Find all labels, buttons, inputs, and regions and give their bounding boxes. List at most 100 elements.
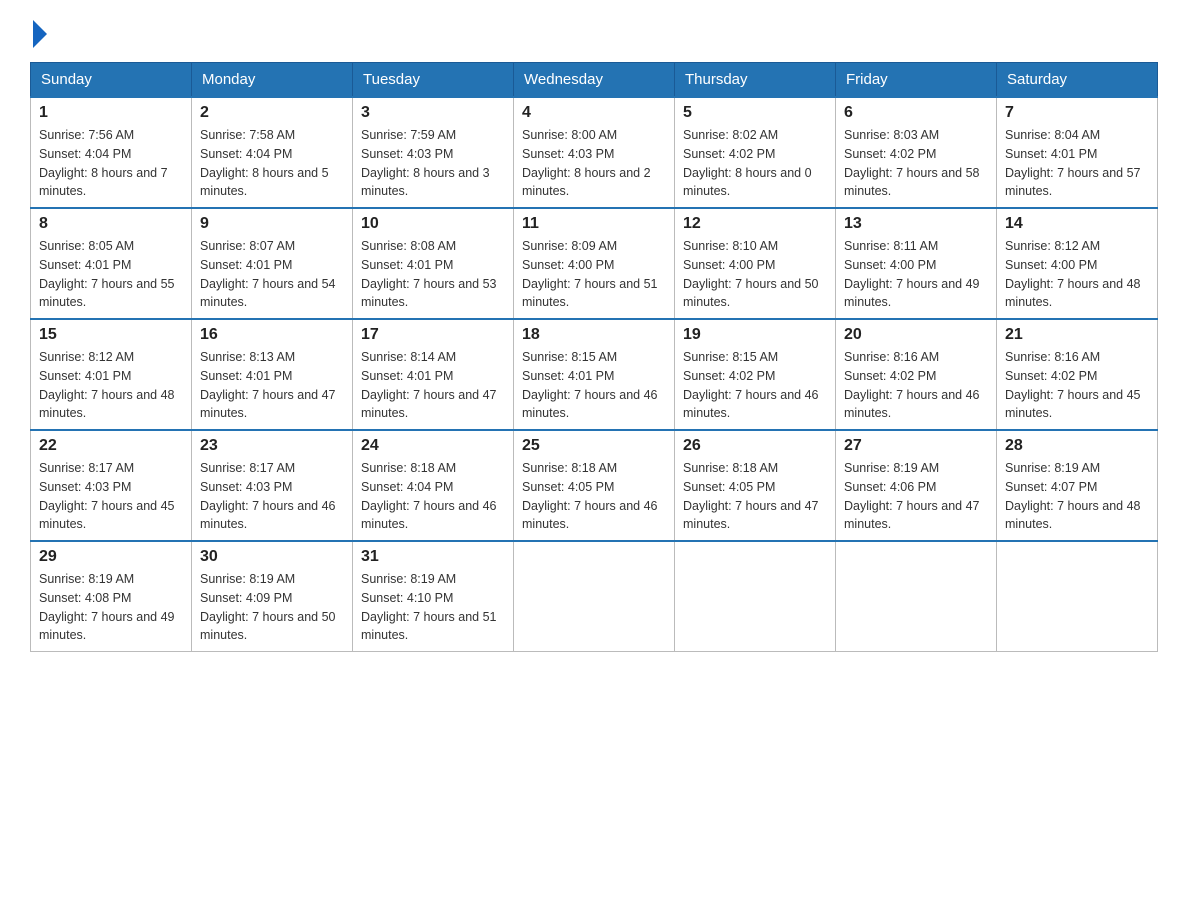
day-info: Sunrise: 8:11 AMSunset: 4:00 PMDaylight:…: [844, 237, 988, 312]
day-info: Sunrise: 8:15 AMSunset: 4:02 PMDaylight:…: [683, 348, 827, 423]
week-row-3: 15 Sunrise: 8:12 AMSunset: 4:01 PMDaylig…: [31, 319, 1158, 430]
day-info: Sunrise: 8:17 AMSunset: 4:03 PMDaylight:…: [39, 459, 183, 534]
calendar-cell: 3 Sunrise: 7:59 AMSunset: 4:03 PMDayligh…: [353, 97, 514, 208]
logo-triangle-icon: [33, 20, 47, 48]
calendar-cell: 6 Sunrise: 8:03 AMSunset: 4:02 PMDayligh…: [836, 97, 997, 208]
day-info: Sunrise: 8:13 AMSunset: 4:01 PMDaylight:…: [200, 348, 344, 423]
header-tuesday: Tuesday: [353, 63, 514, 98]
calendar-cell: 14 Sunrise: 8:12 AMSunset: 4:00 PMDaylig…: [997, 208, 1158, 319]
calendar-cell: 5 Sunrise: 8:02 AMSunset: 4:02 PMDayligh…: [675, 97, 836, 208]
day-number: 2: [200, 104, 344, 122]
day-number: 26: [683, 437, 827, 455]
header-thursday: Thursday: [675, 63, 836, 98]
calendar-cell: 8 Sunrise: 8:05 AMSunset: 4:01 PMDayligh…: [31, 208, 192, 319]
day-number: 15: [39, 326, 183, 344]
calendar-cell: [836, 541, 997, 652]
day-info: Sunrise: 7:59 AMSunset: 4:03 PMDaylight:…: [361, 126, 505, 201]
calendar-cell: 26 Sunrise: 8:18 AMSunset: 4:05 PMDaylig…: [675, 430, 836, 541]
calendar-cell: [514, 541, 675, 652]
day-number: 30: [200, 548, 344, 566]
calendar-cell: 1 Sunrise: 7:56 AMSunset: 4:04 PMDayligh…: [31, 97, 192, 208]
calendar-cell: 10 Sunrise: 8:08 AMSunset: 4:01 PMDaylig…: [353, 208, 514, 319]
day-number: 14: [1005, 215, 1149, 233]
day-info: Sunrise: 8:19 AMSunset: 4:08 PMDaylight:…: [39, 570, 183, 645]
day-info: Sunrise: 8:12 AMSunset: 4:00 PMDaylight:…: [1005, 237, 1149, 312]
day-info: Sunrise: 8:18 AMSunset: 4:05 PMDaylight:…: [522, 459, 666, 534]
calendar-cell: 22 Sunrise: 8:17 AMSunset: 4:03 PMDaylig…: [31, 430, 192, 541]
header-wednesday: Wednesday: [514, 63, 675, 98]
day-info: Sunrise: 8:19 AMSunset: 4:09 PMDaylight:…: [200, 570, 344, 645]
day-info: Sunrise: 8:04 AMSunset: 4:01 PMDaylight:…: [1005, 126, 1149, 201]
day-info: Sunrise: 8:15 AMSunset: 4:01 PMDaylight:…: [522, 348, 666, 423]
calendar-cell: 28 Sunrise: 8:19 AMSunset: 4:07 PMDaylig…: [997, 430, 1158, 541]
day-info: Sunrise: 8:14 AMSunset: 4:01 PMDaylight:…: [361, 348, 505, 423]
calendar-cell: 29 Sunrise: 8:19 AMSunset: 4:08 PMDaylig…: [31, 541, 192, 652]
day-info: Sunrise: 8:00 AMSunset: 4:03 PMDaylight:…: [522, 126, 666, 201]
calendar-cell: 4 Sunrise: 8:00 AMSunset: 4:03 PMDayligh…: [514, 97, 675, 208]
calendar-cell: 11 Sunrise: 8:09 AMSunset: 4:00 PMDaylig…: [514, 208, 675, 319]
calendar-cell: 31 Sunrise: 8:19 AMSunset: 4:10 PMDaylig…: [353, 541, 514, 652]
day-number: 25: [522, 437, 666, 455]
calendar-cell: 24 Sunrise: 8:18 AMSunset: 4:04 PMDaylig…: [353, 430, 514, 541]
day-info: Sunrise: 8:08 AMSunset: 4:01 PMDaylight:…: [361, 237, 505, 312]
calendar-table: Sunday Monday Tuesday Wednesday Thursday…: [30, 62, 1158, 652]
day-number: 3: [361, 104, 505, 122]
week-row-4: 22 Sunrise: 8:17 AMSunset: 4:03 PMDaylig…: [31, 430, 1158, 541]
day-number: 24: [361, 437, 505, 455]
day-info: Sunrise: 8:09 AMSunset: 4:00 PMDaylight:…: [522, 237, 666, 312]
calendar-cell: 7 Sunrise: 8:04 AMSunset: 4:01 PMDayligh…: [997, 97, 1158, 208]
header-saturday: Saturday: [997, 63, 1158, 98]
calendar-cell: 2 Sunrise: 7:58 AMSunset: 4:04 PMDayligh…: [192, 97, 353, 208]
day-info: Sunrise: 8:19 AMSunset: 4:07 PMDaylight:…: [1005, 459, 1149, 534]
day-number: 9: [200, 215, 344, 233]
day-info: Sunrise: 8:19 AMSunset: 4:06 PMDaylight:…: [844, 459, 988, 534]
day-number: 1: [39, 104, 183, 122]
day-number: 10: [361, 215, 505, 233]
day-number: 22: [39, 437, 183, 455]
day-info: Sunrise: 8:16 AMSunset: 4:02 PMDaylight:…: [1005, 348, 1149, 423]
day-number: 21: [1005, 326, 1149, 344]
day-number: 6: [844, 104, 988, 122]
week-row-2: 8 Sunrise: 8:05 AMSunset: 4:01 PMDayligh…: [31, 208, 1158, 319]
day-number: 28: [1005, 437, 1149, 455]
day-number: 19: [683, 326, 827, 344]
calendar-cell: 18 Sunrise: 8:15 AMSunset: 4:01 PMDaylig…: [514, 319, 675, 430]
day-number: 18: [522, 326, 666, 344]
day-number: 8: [39, 215, 183, 233]
calendar-cell: 12 Sunrise: 8:10 AMSunset: 4:00 PMDaylig…: [675, 208, 836, 319]
page-header: [30, 24, 1158, 42]
day-number: 4: [522, 104, 666, 122]
header-friday: Friday: [836, 63, 997, 98]
calendar-cell: 21 Sunrise: 8:16 AMSunset: 4:02 PMDaylig…: [997, 319, 1158, 430]
day-info: Sunrise: 8:10 AMSunset: 4:00 PMDaylight:…: [683, 237, 827, 312]
calendar-cell: 15 Sunrise: 8:12 AMSunset: 4:01 PMDaylig…: [31, 319, 192, 430]
calendar-cell: 25 Sunrise: 8:18 AMSunset: 4:05 PMDaylig…: [514, 430, 675, 541]
calendar-cell: 27 Sunrise: 8:19 AMSunset: 4:06 PMDaylig…: [836, 430, 997, 541]
calendar-cell: 13 Sunrise: 8:11 AMSunset: 4:00 PMDaylig…: [836, 208, 997, 319]
week-row-5: 29 Sunrise: 8:19 AMSunset: 4:08 PMDaylig…: [31, 541, 1158, 652]
day-info: Sunrise: 8:07 AMSunset: 4:01 PMDaylight:…: [200, 237, 344, 312]
day-number: 27: [844, 437, 988, 455]
day-info: Sunrise: 8:19 AMSunset: 4:10 PMDaylight:…: [361, 570, 505, 645]
calendar-cell: [675, 541, 836, 652]
calendar-cell: 20 Sunrise: 8:16 AMSunset: 4:02 PMDaylig…: [836, 319, 997, 430]
header-sunday: Sunday: [31, 63, 192, 98]
header-monday: Monday: [192, 63, 353, 98]
day-number: 11: [522, 215, 666, 233]
day-info: Sunrise: 8:18 AMSunset: 4:05 PMDaylight:…: [683, 459, 827, 534]
day-number: 16: [200, 326, 344, 344]
calendar-cell: [997, 541, 1158, 652]
day-info: Sunrise: 8:12 AMSunset: 4:01 PMDaylight:…: [39, 348, 183, 423]
day-info: Sunrise: 7:56 AMSunset: 4:04 PMDaylight:…: [39, 126, 183, 201]
day-number: 17: [361, 326, 505, 344]
day-info: Sunrise: 8:02 AMSunset: 4:02 PMDaylight:…: [683, 126, 827, 201]
calendar-cell: 19 Sunrise: 8:15 AMSunset: 4:02 PMDaylig…: [675, 319, 836, 430]
logo: [30, 24, 47, 42]
day-info: Sunrise: 7:58 AMSunset: 4:04 PMDaylight:…: [200, 126, 344, 201]
day-number: 5: [683, 104, 827, 122]
day-number: 20: [844, 326, 988, 344]
day-info: Sunrise: 8:03 AMSunset: 4:02 PMDaylight:…: [844, 126, 988, 201]
week-row-1: 1 Sunrise: 7:56 AMSunset: 4:04 PMDayligh…: [31, 97, 1158, 208]
calendar-cell: 23 Sunrise: 8:17 AMSunset: 4:03 PMDaylig…: [192, 430, 353, 541]
day-number: 29: [39, 548, 183, 566]
